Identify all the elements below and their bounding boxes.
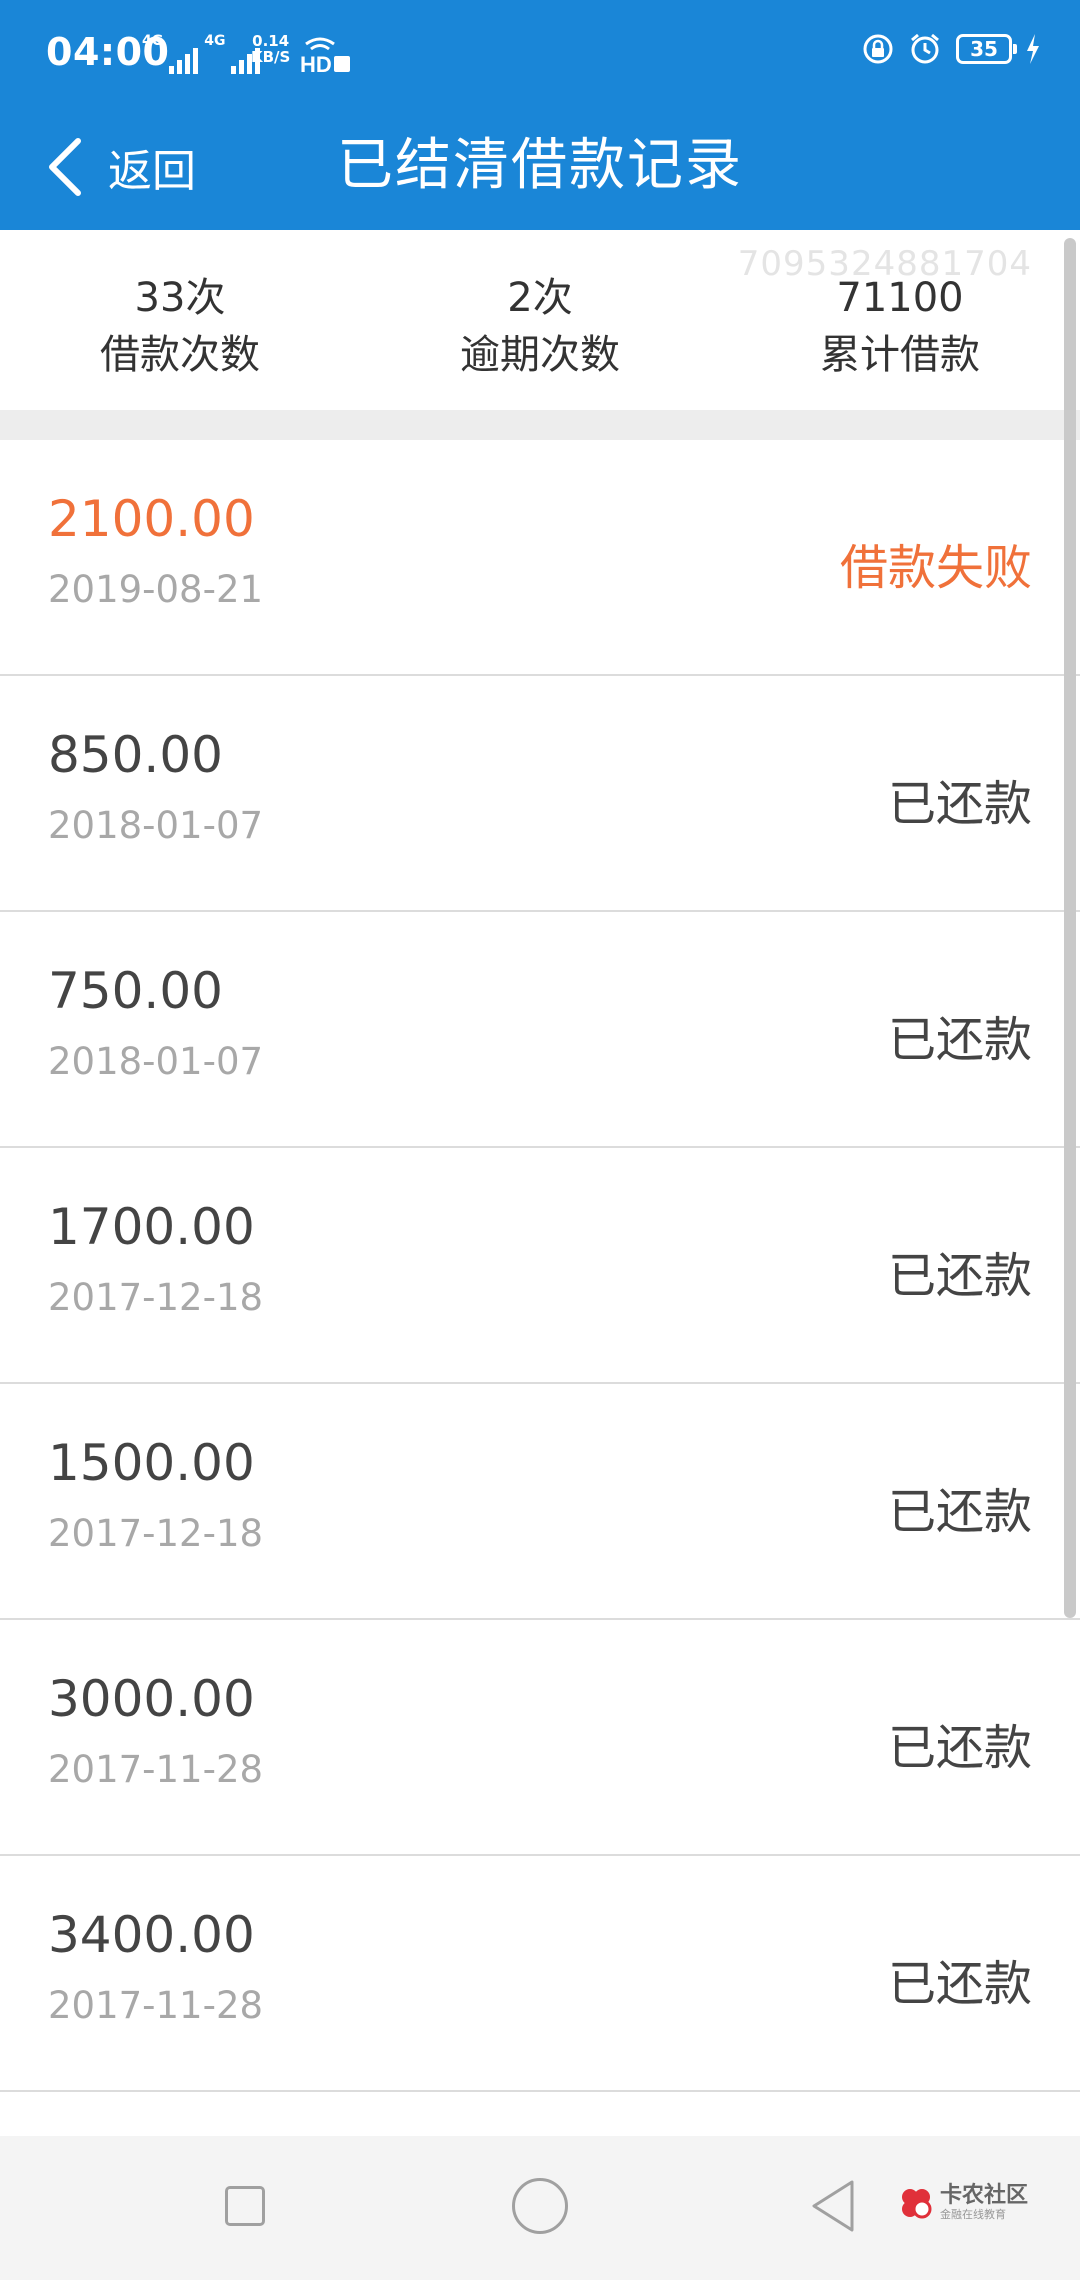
watermark-text: 卡农社区 金融在线教育	[940, 2184, 1028, 2222]
charging-icon	[1027, 34, 1039, 64]
watermark: 卡农社区 金融在线教育	[898, 2184, 1028, 2222]
back-nav-icon[interactable]	[808, 2176, 858, 2236]
battery-icon: 35	[956, 34, 1017, 64]
record-amount: 2100.00	[48, 490, 255, 548]
record-date: 2017-12-18	[48, 1276, 264, 1319]
record-date: 2017-11-28	[48, 1748, 264, 1791]
signal-1-icon	[169, 46, 199, 74]
record-date: 2018-01-07	[48, 1040, 264, 1083]
recent-apps-icon[interactable]	[225, 2186, 265, 2226]
signal-2-tech: 4G	[204, 33, 226, 49]
record-amount: 1500.00	[48, 1434, 255, 1492]
title-bar: 返回 已结清借款记录	[0, 110, 1080, 230]
stat-total-borrowed: 71100 累计借款	[720, 270, 1080, 384]
list-item[interactable]: 1700.00 2017-12-18 已还款	[0, 1148, 1080, 1384]
record-status: 已还款	[887, 776, 1032, 832]
record-status: 借款失败	[839, 540, 1032, 596]
watermark-name: 卡农社区	[940, 2183, 1029, 2208]
net-speed-value: 0.14	[252, 32, 290, 50]
stat-value: 71100	[836, 275, 964, 321]
loan-summary: 7095324881704 33次 借款次数 2次 逾期次数 71100 累计借…	[0, 230, 1080, 410]
loan-record-list: 2100.00 2019-08-21 借款失败 850.00 2018-01-0…	[0, 440, 1080, 2092]
page-title: 已结清借款记录	[337, 133, 743, 198]
record-amount: 750.00	[48, 962, 223, 1020]
watermark-logo-icon	[902, 2189, 932, 2219]
list-item[interactable]: 1500.00 2017-12-18 已还款	[0, 1384, 1080, 1620]
signal-1-tech: 4G	[142, 33, 164, 49]
record-amount: 1700.00	[48, 1198, 255, 1256]
record-date: 2017-12-18	[48, 1512, 264, 1555]
list-item[interactable]: 2100.00 2019-08-21 借款失败	[0, 440, 1080, 676]
stat-label: 累计借款	[820, 332, 980, 378]
record-date: 2019-08-21	[48, 568, 264, 611]
app-header: 04:00 4G 4G 0.14 KB/S HD 35 返回 已结清借款记录	[0, 0, 1080, 230]
watermark-subtitle: 金融在线教育	[940, 2208, 1006, 2221]
alarm-icon	[911, 33, 939, 64]
status-right-icons: 35	[862, 32, 1040, 66]
net-speed-unit: KB/S	[251, 48, 291, 66]
stat-loan-count: 33次 借款次数	[0, 270, 360, 384]
record-status: 已还款	[887, 1720, 1032, 1776]
record-date: 2017-11-28	[48, 1984, 264, 2027]
home-icon[interactable]	[512, 2178, 568, 2234]
status-bar: 04:00 4G 4G 0.14 KB/S HD 35	[0, 0, 1080, 110]
record-amount: 3400.00	[48, 1906, 255, 1964]
system-nav-bar: 卡农社区 金融在线教育	[0, 2136, 1080, 2280]
record-status: 已还款	[887, 1484, 1032, 1540]
hd-label: HD	[300, 52, 332, 74]
lock-icon	[863, 34, 893, 64]
stat-label: 借款次数	[100, 332, 260, 378]
stat-label: 逾期次数	[460, 332, 620, 378]
stat-overdue-count: 2次 逾期次数	[360, 270, 720, 384]
record-status: 已还款	[887, 1248, 1032, 1304]
stat-value: 2次	[507, 275, 573, 321]
record-status: 已还款	[887, 1956, 1032, 2012]
list-item[interactable]: 3000.00 2017-11-28 已还款	[0, 1620, 1080, 1856]
list-item[interactable]: 850.00 2018-01-07 已还款	[0, 676, 1080, 912]
signal-indicators: 4G 4G	[142, 33, 261, 74]
record-amount: 850.00	[48, 726, 223, 784]
scrollbar[interactable]	[1064, 238, 1076, 1618]
net-speed: 0.14 KB/S	[251, 33, 290, 65]
record-status: 已还款	[887, 1012, 1032, 1068]
hd-icon: HD	[300, 37, 350, 74]
record-date: 2018-01-07	[48, 804, 264, 847]
list-item[interactable]: 750.00 2018-01-07 已还款	[0, 912, 1080, 1148]
list-item[interactable]: 3400.00 2017-11-28 已还款	[0, 1856, 1080, 2092]
record-amount: 3000.00	[48, 1670, 255, 1728]
section-divider	[0, 410, 1080, 440]
stat-value: 33次	[134, 275, 226, 321]
